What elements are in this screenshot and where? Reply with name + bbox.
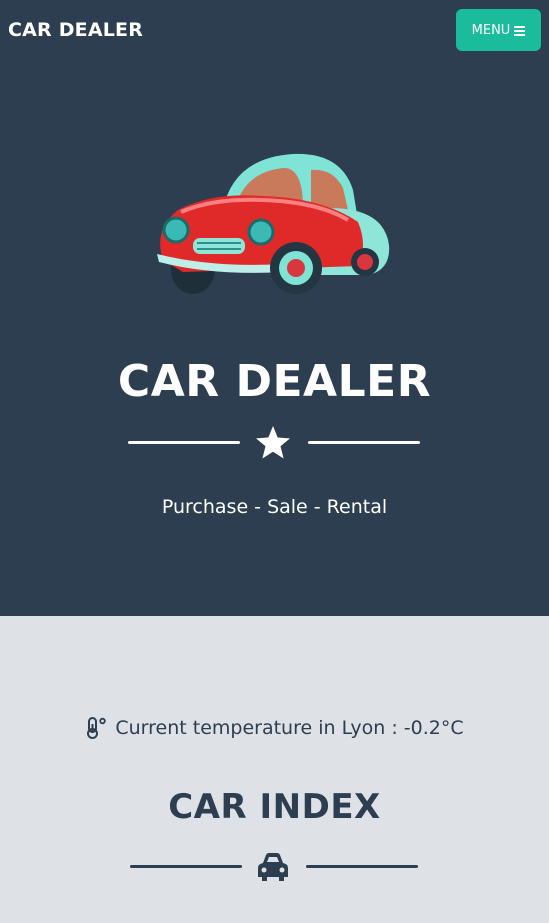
navbar: CAR DEALER MENU xyxy=(0,0,549,60)
divider-line-left xyxy=(128,441,240,444)
section-divider xyxy=(0,846,549,886)
temperature-row: Current temperature in Lyon : -0.2°C xyxy=(0,717,549,739)
hamburger-icon xyxy=(514,25,526,36)
car-index-section: Current temperature in Lyon : -0.2°C CAR… xyxy=(0,616,549,923)
hero-section: CAR DEALER Purchase - Sale - Rental xyxy=(0,60,549,616)
hero-divider xyxy=(0,422,549,462)
divider-line-right xyxy=(306,865,418,868)
thermometer-icon xyxy=(87,717,107,739)
car-image xyxy=(157,153,390,294)
hero-title: CAR DEALER xyxy=(117,356,432,407)
menu-label: MENU xyxy=(471,22,511,38)
temperature-text: Current temperature in Lyon : -0.2°C xyxy=(115,717,464,739)
star-icon xyxy=(256,426,290,459)
divider-line-right xyxy=(308,441,420,444)
navbar-brand[interactable]: CAR DEALER xyxy=(8,19,143,41)
car-icon xyxy=(258,853,288,881)
menu-button[interactable]: MENU xyxy=(456,9,541,51)
hero-subtitle: Purchase - Sale - Rental xyxy=(161,496,388,518)
divider-line-left xyxy=(130,865,242,868)
section-title: CAR INDEX xyxy=(168,787,381,827)
